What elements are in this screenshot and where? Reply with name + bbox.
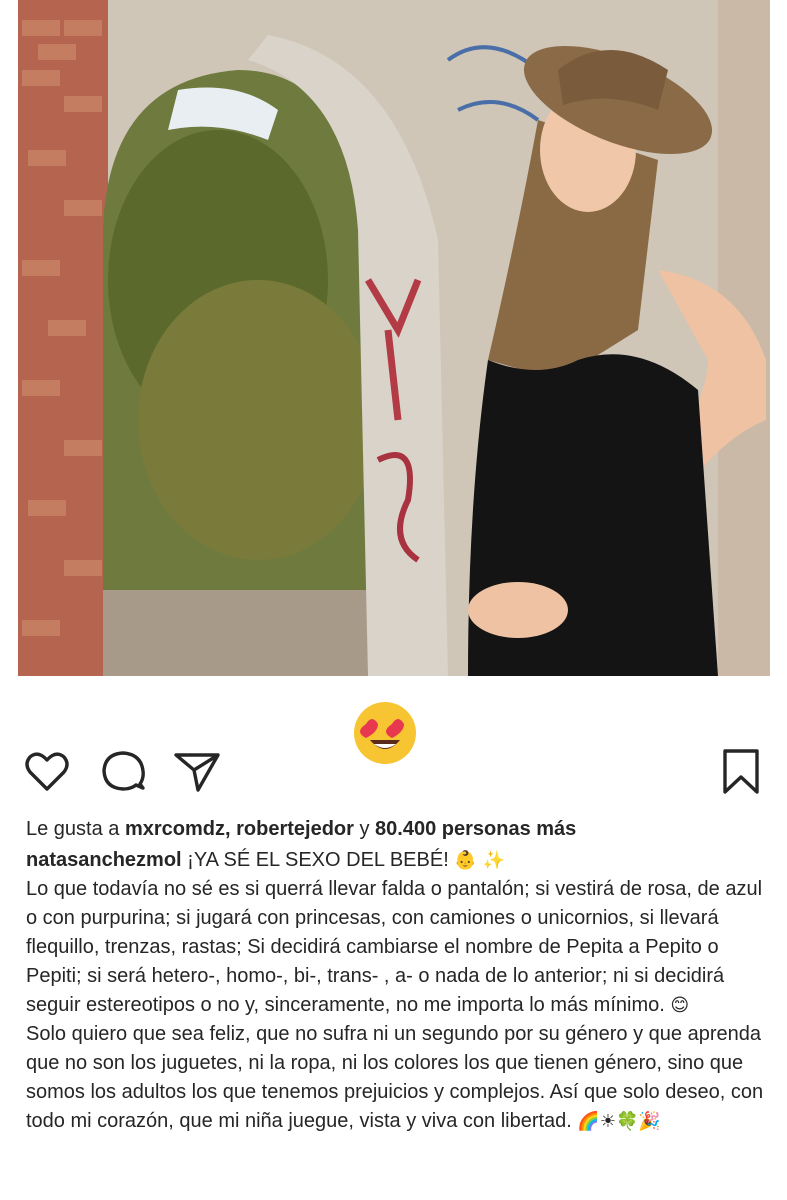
caption-headline-line: natasanchezmol ¡YA SÉ EL SEXO DEL BEBÉ! … — [26, 846, 771, 875]
caption-paragraph-2: Solo quiero que sea feliz, que no sufra … — [26, 1020, 771, 1136]
post-photo-illustration — [18, 0, 770, 676]
caption-username[interactable]: natasanchezmol — [26, 849, 182, 871]
post-actions — [0, 744, 787, 800]
share-icon[interactable] — [172, 746, 222, 796]
bookmark-icon[interactable] — [716, 746, 766, 796]
heart-icon[interactable] — [22, 746, 72, 796]
comment-icon[interactable] — [98, 746, 148, 796]
post-photo[interactable] — [18, 0, 770, 676]
caption-headline-emojis: 👶 ✨ — [454, 850, 505, 871]
likes-summary[interactable]: Le gusta a mxrcomdz, robertejedor y 80.4… — [26, 815, 766, 843]
liked-by-users[interactable]: mxrcomdz, robertejedor — [125, 818, 354, 840]
post-caption: natasanchezmol ¡YA SÉ EL SEXO DEL BEBÉ! … — [26, 846, 771, 1136]
caption-paragraph-2-emojis: 🌈☀🍀🎉 — [577, 1111, 661, 1132]
caption-paragraph-1: Lo que todavía no sé es si querrá llevar… — [26, 875, 771, 1020]
likes-count[interactable]: 80.400 personas más — [375, 818, 576, 840]
caption-headline: ¡YA SÉ EL SEXO DEL BEBÉ! — [181, 849, 455, 871]
caption-paragraph-1-emoji: 😊 — [670, 995, 690, 1016]
likes-prefix: Le gusta a — [26, 818, 125, 840]
likes-middle: y — [353, 818, 376, 840]
caption-paragraph-1-text: Lo que todavía no sé es si querrá llevar… — [26, 878, 763, 1016]
